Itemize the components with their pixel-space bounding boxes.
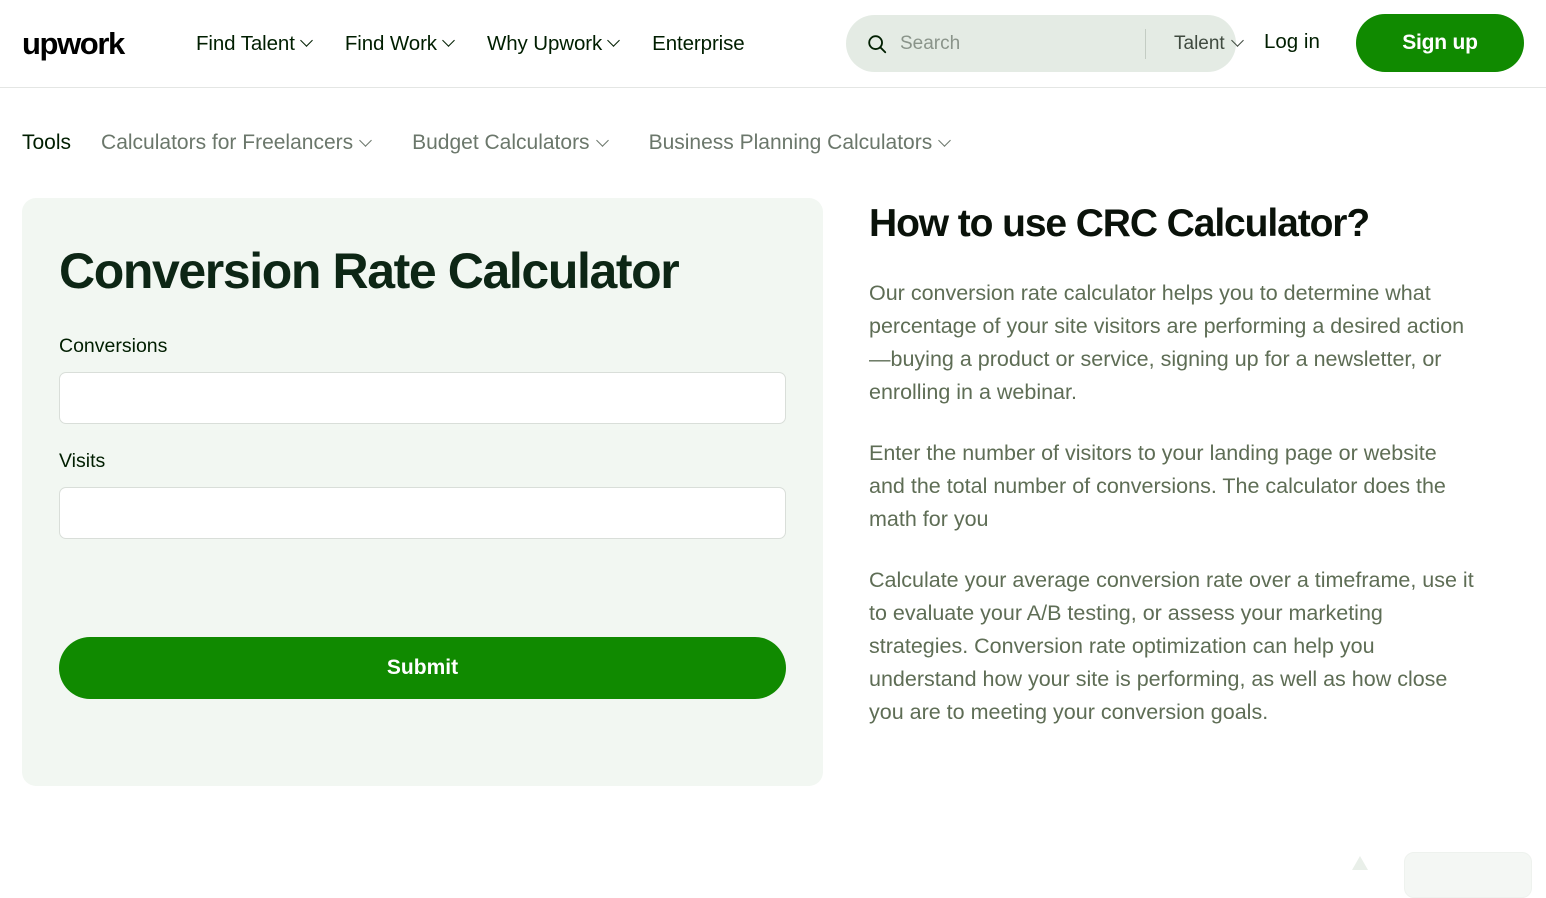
how-to-use-section: How to use CRC Calculator? Our conversio… bbox=[869, 198, 1477, 729]
info-paragraph: Our conversion rate calculator helps you… bbox=[869, 280, 1465, 404]
chat-support-widget[interactable] bbox=[1404, 852, 1532, 898]
search-icon bbox=[868, 34, 887, 53]
chat-widget-pointer-icon bbox=[1352, 856, 1368, 870]
info-heading: How to use CRC Calculator? bbox=[869, 202, 1370, 245]
conversions-field-group: Conversions bbox=[59, 335, 786, 424]
nav-item-label: Why Upwork bbox=[486, 31, 603, 55]
site-header: upwork Find Talent Find Work Why Upwork … bbox=[0, 0, 1546, 88]
search-bar[interactable]: Talent bbox=[846, 15, 1236, 72]
subnav-item-business-planning-calculators[interactable]: Business Planning Calculators bbox=[649, 123, 972, 163]
nav-item-find-work[interactable]: Find Work bbox=[329, 22, 471, 66]
page-title: Conversion Rate Calculator bbox=[59, 243, 680, 299]
subnav-item-label: Budget Calculators bbox=[412, 131, 590, 154]
nav-item-why-upwork[interactable]: Why Upwork bbox=[471, 22, 636, 66]
subnav-item-calculators-for-freelancers[interactable]: Calculators for Freelancers bbox=[101, 123, 392, 163]
chevron-down-icon bbox=[598, 136, 609, 147]
upwork-logo[interactable]: upwork bbox=[22, 24, 148, 64]
nav-item-enterprise[interactable]: Enterprise bbox=[636, 22, 760, 66]
nav-item-find-talent[interactable]: Find Talent bbox=[180, 22, 329, 66]
nav-item-label: Find Work bbox=[344, 31, 437, 55]
tools-subnav: Tools Calculators for Freelancers Budget… bbox=[0, 88, 1546, 198]
conversions-field-label: Conversions bbox=[59, 335, 168, 357]
main-content: Conversion Rate Calculator Conversions V… bbox=[0, 198, 1546, 786]
search-scope-label: Talent bbox=[1174, 32, 1225, 54]
search-input[interactable] bbox=[900, 15, 1145, 72]
nav-item-label: Find Talent bbox=[196, 31, 295, 55]
search-scope-select[interactable]: Talent bbox=[1146, 33, 1270, 55]
info-paragraph: Calculate your average conversion rate o… bbox=[869, 567, 1474, 724]
nav-item-label: Enterprise bbox=[652, 31, 745, 55]
conversion-rate-calculator-card: Conversion Rate Calculator Conversions V… bbox=[22, 198, 823, 786]
chevron-down-icon bbox=[1233, 36, 1244, 47]
visits-input[interactable] bbox=[59, 487, 786, 539]
log-in-link[interactable]: Log in bbox=[1264, 30, 1320, 54]
info-paragraph: Enter the number of visitors to your lan… bbox=[869, 440, 1446, 531]
visits-field-label: Visits bbox=[59, 450, 106, 472]
subnav-item-label: Business Planning Calculators bbox=[648, 131, 933, 154]
chevron-down-icon bbox=[940, 136, 951, 147]
submit-button[interactable]: Submit bbox=[59, 637, 786, 699]
visits-field-group: Visits bbox=[59, 450, 786, 539]
primary-navigation: Find Talent Find Work Why Upwork Enterpr… bbox=[180, 22, 761, 66]
conversions-input[interactable] bbox=[59, 372, 786, 424]
chevron-down-icon bbox=[302, 36, 313, 47]
chevron-down-icon bbox=[361, 136, 372, 147]
chevron-down-icon bbox=[609, 36, 620, 47]
subnav-item-budget-calculators[interactable]: Budget Calculators bbox=[412, 123, 628, 163]
chevron-down-icon bbox=[444, 36, 455, 47]
svg-text:upwork: upwork bbox=[22, 26, 126, 61]
subnav-title: Tools bbox=[22, 131, 72, 154]
subnav-item-label: Calculators for Freelancers bbox=[101, 131, 354, 154]
sign-up-button[interactable]: Sign up bbox=[1356, 14, 1524, 72]
